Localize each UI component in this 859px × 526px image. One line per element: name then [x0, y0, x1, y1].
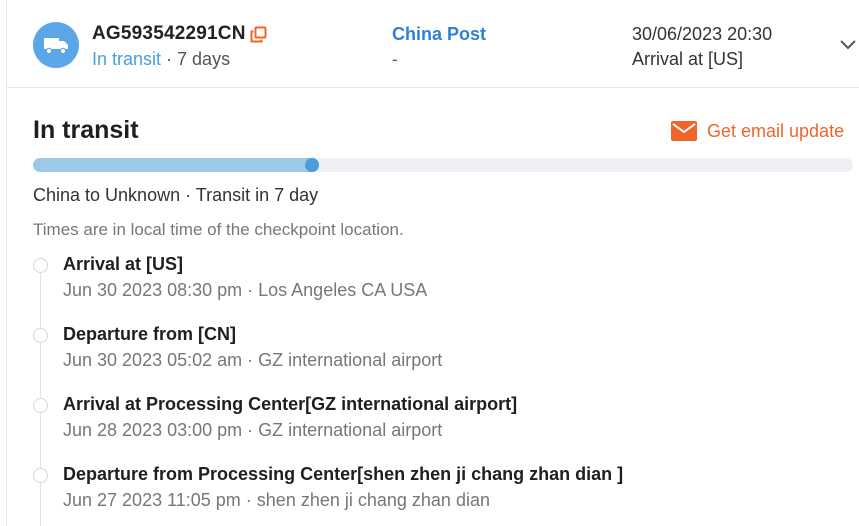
progress-knob	[305, 158, 319, 172]
event-title: Arrival at [US]	[63, 254, 184, 274]
timeline-event: Arrival at [US] Jun 30 2023 08:30 pm · Lo…	[7, 250, 859, 312]
status-separator: ·	[161, 49, 178, 69]
carrier-link[interactable]: China Post	[392, 24, 486, 45]
latest-event-time: 30/06/2023 20:30	[632, 24, 773, 44]
mail-icon	[671, 121, 697, 141]
event-meta: Jun 27 2023 11:05 pm · shen zhen ji chan…	[63, 490, 490, 510]
timeline-dot	[33, 258, 48, 273]
timeline-event: Arrival at Processing Center[GZ internat…	[7, 390, 859, 452]
event-title: Departure from Processing Center[shen zh…	[63, 464, 624, 484]
timezone-note: Times are in local time of the checkpoin…	[33, 220, 404, 239]
shipment-card: AG593542291CN In transit · 7 days China …	[6, 0, 859, 526]
progress-fill	[33, 158, 319, 172]
timeline-dot	[33, 398, 48, 413]
event-title: Arrival at Processing Center[GZ internat…	[63, 394, 518, 414]
status-line: In transit · 7 days	[92, 49, 230, 70]
chevron-down-icon[interactable]	[839, 38, 857, 52]
timeline-event: Departure from [CN] Jun 30 2023 05:02 am …	[7, 320, 859, 382]
event-meta: Jun 28 2023 03:00 pm · GZ international …	[63, 420, 443, 440]
transit-duration: 7 days	[177, 49, 231, 69]
shipment-header[interactable]: AG593542291CN In transit · 7 days China …	[7, 0, 859, 88]
timeline-dot	[33, 468, 48, 483]
get-email-update-button[interactable]: Get email update	[671, 118, 844, 144]
carrier-sub: -	[392, 50, 398, 69]
event-title: Departure from [CN]	[63, 324, 237, 344]
event-meta: Jun 30 2023 05:02 am · GZ international …	[63, 350, 443, 370]
progress-bar	[33, 158, 853, 172]
copy-icon[interactable]	[250, 26, 267, 43]
event-meta: Jun 30 2023 08:30 pm · Los Angeles CA US…	[63, 280, 428, 300]
timeline-event: Departure from Processing Center[shen zh…	[7, 460, 859, 522]
latest-event-label: Arrival at [US]	[632, 49, 744, 69]
status-label: In transit	[92, 49, 162, 69]
detail-title: In transit	[33, 116, 139, 144]
email-update-label: Get email update	[707, 120, 845, 141]
route-summary: China to Unknown · Transit in 7 day	[33, 185, 319, 205]
timeline-dot	[33, 328, 48, 343]
truck-icon	[33, 22, 79, 68]
tracking-number: AG593542291CN	[92, 23, 246, 44]
